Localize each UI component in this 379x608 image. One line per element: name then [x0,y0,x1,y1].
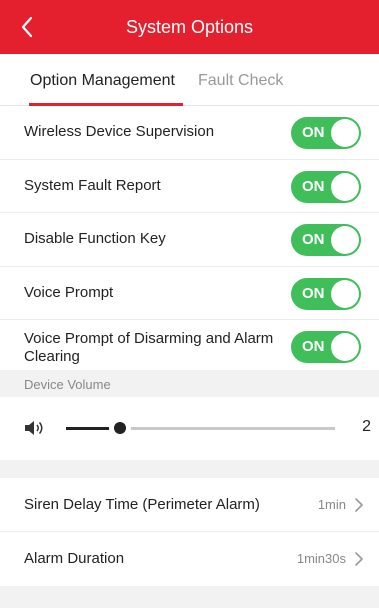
chevron-right-icon [355,498,363,512]
voice-prompt-toggle[interactable]: ON [291,277,361,310]
setting-label: Wireless Device Supervision [24,123,215,140]
setting-label: Disable Function Key [24,230,166,248]
nav-row-value: 1min [317,497,346,512]
toggle-state-text: ON [302,231,325,249]
section-divider [0,460,379,478]
volume-slider[interactable] [66,422,335,434]
toggle-knob [331,172,359,201]
toggle-state-text: ON [302,177,325,195]
setting-row-system-fault-report: System Fault Report ON [0,160,379,214]
section-label: Device Volume [24,377,111,392]
setting-label: Voice Prompt of Disarming and Alarm Clea… [24,330,274,366]
toggle-knob [331,226,359,255]
tab-fault-check[interactable]: Fault Check [198,72,283,90]
nav-row-label: Siren Delay Time (Perimeter Alarm) [24,496,260,513]
device-volume-section-header: Device Volume [0,370,379,397]
toggle-knob [331,119,359,147]
volume-slider-thumb[interactable] [114,422,126,434]
wireless-device-supervision-toggle[interactable]: ON [291,117,361,149]
setting-label: System Fault Report [24,176,161,194]
siren-delay-time-row[interactable]: Siren Delay Time (Perimeter Alarm) 1min [0,478,379,532]
toggle-knob [331,333,359,362]
nav-row-value: 1min30s [296,551,346,566]
alarm-settings-list: Siren Delay Time (Perimeter Alarm) 1min … [0,478,379,586]
voice-prompt-disarming-toggle[interactable]: ON [291,331,361,364]
tab-option-management[interactable]: Option Management [30,72,175,90]
disable-function-key-toggle[interactable]: ON [291,224,361,257]
system-fault-report-toggle[interactable]: ON [291,170,361,203]
setting-row-disable-function-key: Disable Function Key ON [0,213,379,267]
setting-row-wireless-device-supervision: Wireless Device Supervision ON [0,106,379,160]
nav-row-label: Alarm Duration [24,550,125,567]
tab-bar: Option Management Fault Check [0,54,379,106]
setting-label: Voice Prompt [24,283,114,301]
toggle-state-text: ON [302,124,325,141]
page-title: System Options [125,17,254,37]
app-header: System Options [0,0,379,54]
toggle-state-text: ON [302,284,325,302]
setting-row-voice-prompt-disarming: Voice Prompt of Disarming and Alarm Clea… [0,320,379,374]
volume-slider-fill [66,427,120,430]
toggle-state-text: ON [302,338,325,356]
settings-list: Wireless Device Supervision ON System Fa… [0,106,379,375]
setting-row-voice-prompt: Voice Prompt ON [0,267,379,321]
volume-row: 2 [0,397,379,460]
volume-value: 2 [362,418,371,435]
chevron-right-icon [355,552,363,566]
alarm-duration-row[interactable]: Alarm Duration 1min30s [0,532,379,586]
toggle-knob [331,279,359,308]
speaker-icon [25,421,43,435]
